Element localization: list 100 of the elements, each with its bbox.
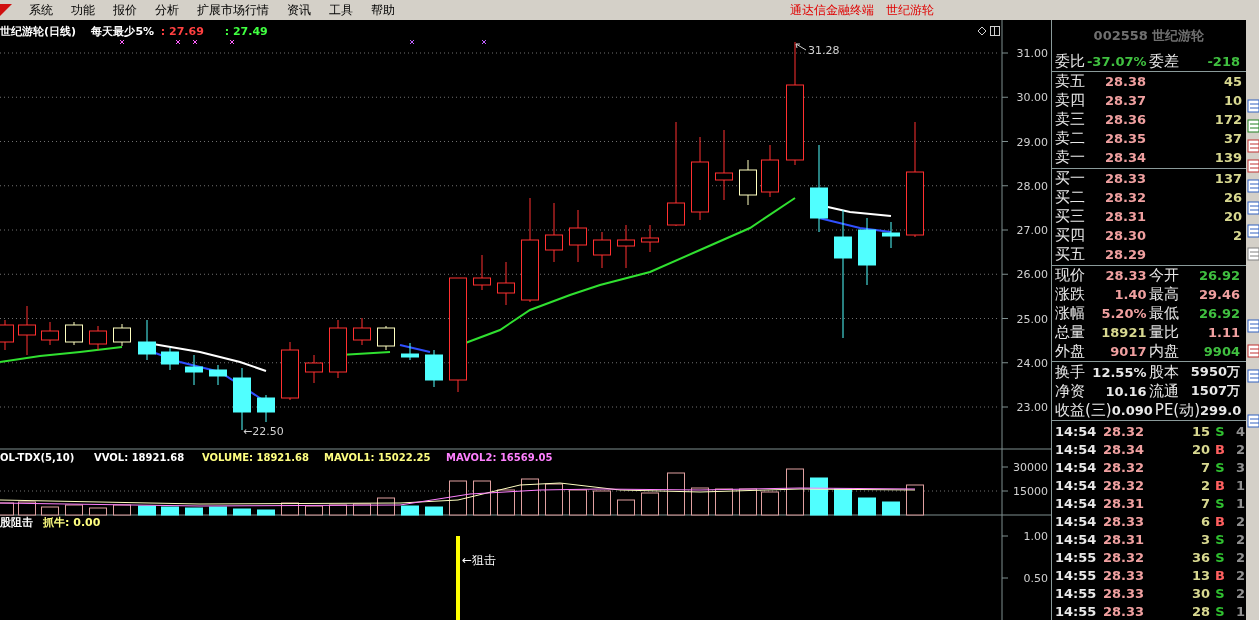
window-title: 通达信金融终端: [789, 1, 875, 19]
volume-bar: [691, 487, 709, 516]
candlestick: [113, 323, 131, 347]
candlestick: [593, 231, 611, 269]
order-volume: 45: [1223, 73, 1242, 89]
quote-label: 收益(三): [1055, 400, 1112, 420]
candlestick: [739, 159, 757, 206]
quote-label: 今开: [1148, 265, 1179, 285]
volume-bar: [473, 480, 491, 516]
candlestick: [185, 354, 203, 386]
volume-bar: [739, 488, 757, 516]
quote-value: 28.33: [1104, 267, 1148, 283]
quote-label: 股本: [1148, 362, 1179, 382]
order-volume: 26: [1223, 189, 1242, 205]
quote-value: 26.92: [1197, 267, 1241, 283]
signal-label: ←狙击: [462, 553, 497, 567]
volume-bar: [882, 501, 900, 516]
menu-item[interactable]: 扩展市场行情: [188, 1, 278, 19]
quote-label: 委差: [1148, 51, 1179, 71]
candlestick: [425, 349, 443, 388]
tick-time: 14:54: [1055, 423, 1098, 439]
candlestick: [401, 342, 419, 361]
tick-time: 14:54: [1055, 513, 1098, 529]
quote-label: 净资: [1055, 381, 1085, 401]
price-axis-label: 30.00: [1016, 91, 1048, 105]
order-volume: 2: [1232, 228, 1242, 244]
volume-bar: [209, 506, 227, 516]
volume-bar: [18, 501, 36, 516]
candlestick: [715, 129, 733, 201]
window-title: 世纪游轮: [885, 1, 935, 19]
order-label: 买五: [1055, 245, 1086, 265]
candlestick: [89, 325, 107, 351]
candlestick: [329, 319, 347, 379]
tick-price: 28.31: [1103, 531, 1146, 547]
menu-item[interactable]: 帮助: [362, 1, 404, 19]
legend-text: 世纪游轮(日线): [0, 25, 77, 38]
tick-volume: 7: [1199, 495, 1210, 511]
candlestick: [497, 261, 515, 306]
tick-price: 28.34: [1103, 441, 1146, 457]
order-label: 买一: [1055, 168, 1086, 188]
volume-bar: [113, 504, 131, 516]
volume-bar: [401, 505, 419, 516]
tick-count: 1: [1234, 603, 1246, 619]
leader-line: [795, 43, 807, 51]
quote-value: 29.46: [1197, 286, 1241, 302]
moving-average-line: [399, 344, 431, 353]
stat-value: 299.0: [1200, 402, 1243, 418]
low-price-label: ←22.50: [243, 425, 284, 438]
menu-item[interactable]: 系统: [20, 1, 62, 19]
price-axis-label: 28.00: [1016, 179, 1048, 193]
tick-volume: 15: [1190, 423, 1210, 439]
menu-item[interactable]: 功能: [62, 1, 104, 19]
tick-volume: 7: [1199, 459, 1210, 475]
menu-item[interactable]: 分析: [146, 1, 188, 19]
volume-bar: [65, 504, 83, 516]
order-price: 28.32: [1104, 189, 1148, 205]
quote-value: 1.40: [1113, 286, 1148, 302]
menu-item[interactable]: 工具: [320, 1, 362, 19]
volume-axis-label: 30000: [1013, 461, 1048, 474]
volume-bar: [617, 499, 635, 516]
order-price: 28.36: [1104, 112, 1148, 128]
price-axis-label: 31.00: [1016, 47, 1048, 60]
tick-volume: 3: [1199, 531, 1210, 547]
tick-side: B: [1214, 513, 1226, 529]
tick-count: 4: [1234, 423, 1246, 439]
volume-bar: [138, 505, 156, 516]
menu-item[interactable]: 资讯: [278, 1, 320, 19]
volume-bar: [41, 506, 59, 516]
quote-label: 涨幅: [1055, 303, 1085, 323]
tick-time: 14:54: [1055, 531, 1098, 547]
quote-label: 总量: [1055, 323, 1085, 343]
tick-price: 28.33: [1103, 603, 1146, 619]
candlestick: [257, 394, 275, 423]
tick-price: 28.32: [1103, 477, 1146, 493]
order-label: 卖四: [1055, 90, 1086, 110]
stock-title: 002558 世纪游轮: [1092, 26, 1206, 45]
volume-bar: [810, 477, 828, 516]
quote-value: 9904: [1202, 344, 1241, 360]
tick-price: 28.33: [1103, 567, 1146, 583]
candlestick: [617, 224, 635, 269]
window-icon: [990, 26, 1000, 36]
legend-text: VVOL: 18921.68: [94, 452, 185, 463]
stat-value: 0.090: [1111, 402, 1154, 418]
quote-label: 内盘: [1148, 342, 1179, 362]
order-price: 28.29: [1104, 247, 1148, 263]
quote-value: 18921: [1100, 325, 1148, 341]
candlestick: [569, 209, 587, 263]
volume-bar: [858, 497, 876, 516]
indicator-axis-label: 1.00: [1023, 530, 1048, 543]
legend-text: MAVOL2: 16569.05: [446, 452, 553, 463]
stat-value: 10.16: [1104, 383, 1148, 399]
volume-bar: [257, 509, 275, 516]
legend-text: 股阻击: [0, 516, 33, 529]
volume-bar: [641, 492, 659, 516]
menu-item[interactable]: 报价: [104, 1, 146, 19]
tick-volume: 13: [1190, 567, 1210, 583]
tick-price: 28.32: [1103, 549, 1146, 565]
volume-bar: [449, 480, 467, 516]
tick-count: 1: [1234, 495, 1246, 511]
volume-bar: [521, 478, 539, 516]
